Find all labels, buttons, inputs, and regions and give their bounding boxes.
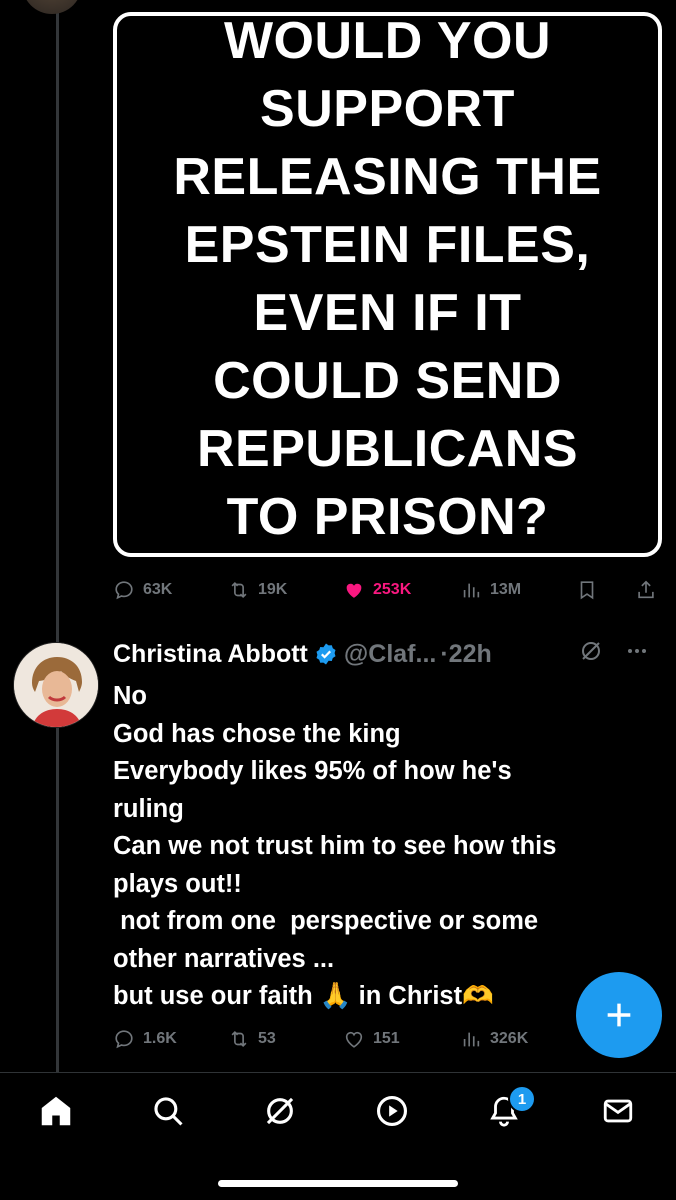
plus-icon <box>607 1003 631 1027</box>
author-name[interactable]: Christina Abbott <box>113 640 308 669</box>
post-time[interactable]: ·22h <box>440 640 491 669</box>
nav-search[interactable] <box>148 1091 188 1131</box>
reply-icon <box>115 1030 133 1049</box>
reply-author-avatar[interactable] <box>13 642 99 728</box>
nav-grok[interactable] <box>260 1091 300 1131</box>
bookmark-icon <box>580 581 594 600</box>
reply-line: ruling <box>113 794 184 823</box>
views-icon <box>463 583 480 598</box>
verified-badge-icon <box>314 642 338 666</box>
reply-count: 1.6K <box>143 1030 177 1047</box>
reply-line: other narratives ... <box>113 944 335 973</box>
views-count: 326K <box>490 1030 529 1047</box>
repost-count: 53 <box>258 1030 276 1047</box>
like-button[interactable]: 253K <box>343 579 411 601</box>
repost-icon <box>231 1030 247 1048</box>
home-indicator <box>218 1180 458 1187</box>
repost-button[interactable]: 53 <box>228 1028 276 1050</box>
repost-icon <box>231 581 247 599</box>
heart-filled-icon <box>346 583 362 598</box>
search-icon <box>154 1097 183 1126</box>
like-button[interactable]: 151 <box>343 1028 400 1050</box>
views-button[interactable]: 326K <box>460 1028 528 1050</box>
reply-header: Christina Abbott @Claf... ·22h <box>113 638 663 670</box>
reply-line: but use our faith 🙏 in Christ🫶 <box>113 982 494 1010</box>
like-count: 253K <box>373 581 412 598</box>
compose-button[interactable] <box>576 972 662 1058</box>
repost-count: 19K <box>258 581 288 598</box>
mail-icon <box>603 1099 633 1123</box>
nav-notifications[interactable]: 1 <box>484 1085 536 1131</box>
views-icon <box>463 1032 480 1047</box>
heart-icon <box>345 1031 363 1048</box>
reply-line: not from one perspective or some <box>113 907 539 935</box>
views-button[interactable]: 13M <box>460 579 521 601</box>
author-handle[interactable]: @Claf... <box>344 640 436 669</box>
grok-icon <box>266 1097 294 1125</box>
like-count: 151 <box>373 1030 400 1047</box>
share-button[interactable] <box>635 579 657 601</box>
notifications-badge: 1 <box>508 1085 536 1113</box>
post-image-text: WOULD YOU SUPPORT RELEASING THE EPSTEIN … <box>173 11 602 546</box>
thread-line <box>56 0 59 1072</box>
reply-count: 63K <box>143 581 173 598</box>
play-icon <box>376 1095 408 1127</box>
reply-button[interactable]: 63K <box>113 579 172 601</box>
original-poster-avatar[interactable] <box>22 0 82 14</box>
grok-icon[interactable] <box>579 639 603 670</box>
reply-line: Everybody likes 95% of how he's <box>113 757 512 785</box>
reply-icon <box>115 581 133 600</box>
views-count: 13M <box>490 581 522 598</box>
post-action-bar: 63K 19K 253K 13M <box>113 572 661 608</box>
reply-button[interactable]: 1.6K <box>113 1028 177 1050</box>
reply-text: No God has chose the king Everybody like… <box>113 678 653 1016</box>
share-icon <box>638 580 654 599</box>
reply-line: No <box>113 682 147 710</box>
nav-messages[interactable] <box>598 1091 638 1131</box>
reply-line: Can we not trust him to see how this <box>113 832 557 860</box>
nav-video[interactable] <box>372 1091 412 1131</box>
post-image[interactable]: WOULD YOU SUPPORT RELEASING THE EPSTEIN … <box>113 12 662 557</box>
repost-button[interactable]: 19K <box>228 579 287 601</box>
more-options-icon[interactable] <box>625 639 649 670</box>
reply-line: plays out!! <box>113 869 242 898</box>
home-icon <box>41 1096 71 1126</box>
bookmark-button[interactable] <box>576 579 598 601</box>
nav-home[interactable] <box>36 1091 76 1131</box>
reply-line: God has chose the king <box>113 719 401 748</box>
